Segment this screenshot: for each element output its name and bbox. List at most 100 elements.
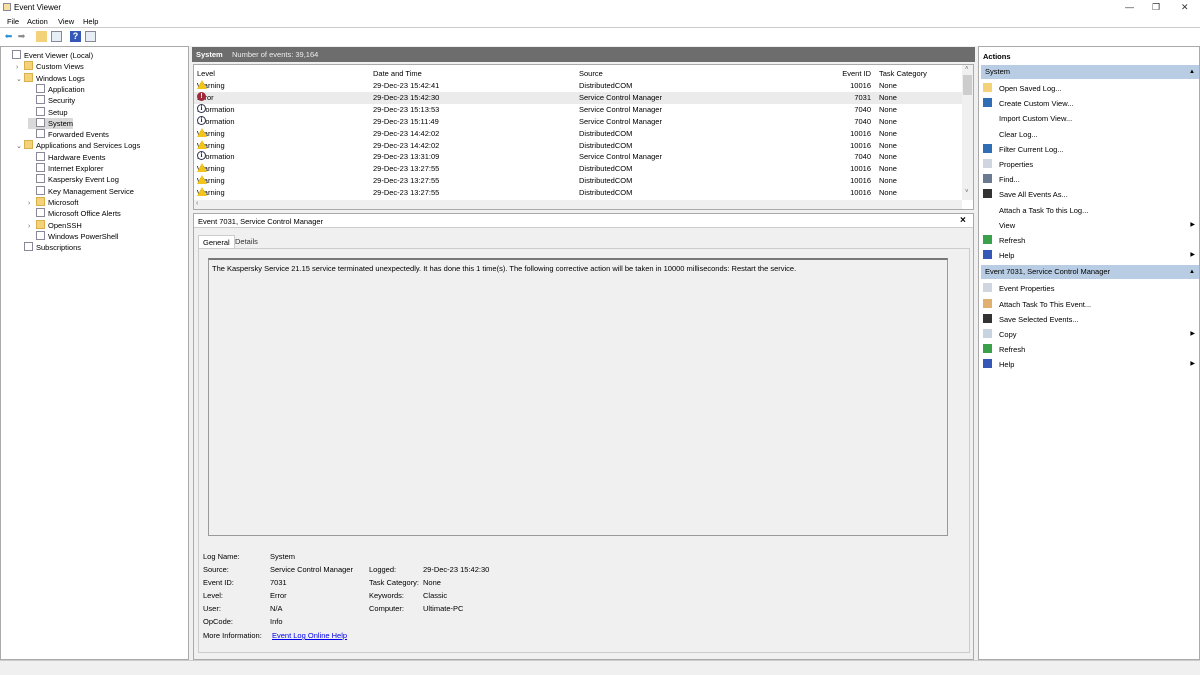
field-value[interactable]: System [270, 552, 295, 561]
action-create-custom-view[interactable]: Create Custom View... [983, 96, 1197, 111]
expand-chevron-icon[interactable]: ⌄ [16, 141, 24, 152]
tree-item[interactable]: ⌄ Applications and Services Logs [16, 140, 140, 151]
scroll-thumb[interactable] [963, 75, 972, 95]
action-copy[interactable]: Copy ▶ [983, 327, 1197, 342]
help-icon[interactable]: ? [70, 31, 81, 42]
up-folder-icon[interactable] [36, 31, 47, 42]
collapse-icon[interactable]: ▲ [1189, 65, 1195, 79]
window-title: Event Viewer [14, 3, 61, 12]
action-clear-log[interactable]: Clear Log... [983, 127, 1197, 142]
field-value[interactable]: 7031 [270, 578, 287, 587]
action-attach-a-task-to-this-log[interactable]: Attach a Task To this Log... [983, 203, 1197, 218]
column-level[interactable]: Level [197, 68, 215, 80]
tree-item[interactable]: Security [28, 95, 75, 106]
tab-details[interactable]: Details [231, 235, 262, 248]
action-filter-current-log[interactable]: Filter Current Log... [983, 142, 1197, 157]
menu-file[interactable]: File [7, 17, 19, 26]
table-row[interactable]: i Information 29-Dec-23 15:13:53 Service Co… [194, 103, 962, 116]
vertical-scrollbar[interactable]: ˄ ˅ [962, 65, 973, 200]
tree-item[interactable]: Subscriptions [16, 242, 81, 253]
find-icon [983, 174, 992, 184]
expand-chevron-icon[interactable]: ⌄ [16, 74, 24, 85]
column-event-id[interactable]: Event ID [834, 68, 871, 80]
action-label: Copy [999, 330, 1017, 339]
tree-item[interactable]: › Custom Views [16, 61, 84, 72]
field-value[interactable]: Ultimate-PC [423, 604, 463, 613]
field-value[interactable]: Info [270, 617, 283, 626]
tree-item[interactable]: Kaspersky Event Log [28, 174, 119, 185]
tree-item[interactable]: Hardware Events [28, 151, 106, 163]
field-value[interactable]: Classic [423, 591, 447, 600]
action-import-custom-view[interactable]: Import Custom View... [983, 111, 1197, 126]
minimize-button[interactable]: — [1125, 2, 1134, 12]
menu-view[interactable]: View [58, 17, 74, 26]
table-row[interactable]: Warning 29-Dec-23 13:27:55 DistributedCOM 1… [194, 175, 962, 187]
action-attach-task-to-this-event[interactable]: Attach Task To This Event... [983, 297, 1197, 312]
menu-action[interactable]: Action [27, 17, 48, 26]
column-date[interactable]: Date and Time [373, 68, 422, 80]
more-info-label: More Information: [203, 631, 262, 640]
tree-item-label: Setup [48, 107, 68, 117]
action-refresh[interactable]: Refresh [983, 233, 1197, 248]
actions-section-header[interactable]: Event 7031, Service Control Manager ▲ [981, 265, 1199, 280]
back-icon[interactable]: ⬅ [3, 31, 14, 42]
field-value[interactable]: Error [270, 591, 287, 600]
tree-item[interactable]: › Microsoft [28, 196, 78, 208]
tree-item[interactable]: Windows PowerShell [28, 230, 118, 242]
table-row[interactable]: i Information 29-Dec-23 13:31:09 Service Co… [194, 151, 962, 163]
field-value[interactable]: N/A [270, 604, 283, 613]
menu-bar: File Action View Help [0, 14, 1200, 28]
toolbar: ⬅ ➡ ? [0, 28, 1200, 46]
table-row[interactable]: i Information 29-Dec-23 15:11:49 Service Co… [194, 115, 962, 128]
action-open-saved-log[interactable]: Open Saved Log... [983, 81, 1197, 96]
table-row[interactable]: Warning 29-Dec-23 14:42:02 DistributedCOM 1… [194, 139, 962, 152]
tree-item[interactable]: Microsoft Office Alerts [28, 208, 121, 219]
show-hide-action-icon[interactable] [85, 31, 96, 42]
column-task-category[interactable]: Task Category [879, 68, 927, 80]
action-view[interactable]: View ▶ [983, 218, 1197, 233]
tree-item[interactable]: Forwarded Events [28, 129, 109, 140]
field-value[interactable]: Service Control Manager [270, 565, 353, 574]
actions-section-header[interactable]: System ▲ [981, 65, 1199, 79]
restore-button[interactable]: ❐ [1152, 2, 1160, 13]
tab-general[interactable]: General [198, 235, 235, 248]
action-event-properties[interactable]: Event Properties [983, 281, 1197, 296]
table-row[interactable]: Warning 29-Dec-23 14:42:02 DistributedCOM 1… [194, 127, 962, 140]
tree-item[interactable]: System [28, 117, 74, 129]
action-find[interactable]: Find... [983, 172, 1197, 187]
event-message[interactable]: The Kaspersky Service 21.15 service term… [208, 258, 948, 536]
action-save-selected-events[interactable]: Save Selected Events... [983, 312, 1197, 327]
tree-item[interactable]: Setup [28, 106, 68, 118]
field-value[interactable]: 29-Dec-23 15:42:30 [423, 565, 489, 574]
tree-item[interactable]: › OpenSSH [28, 219, 82, 231]
table-row[interactable]: Warning 29-Dec-23 13:27:55 DistributedCOM 1… [194, 163, 962, 175]
action-properties[interactable]: Properties [983, 157, 1197, 172]
collapse-icon[interactable]: ▲ [1189, 265, 1195, 279]
tree-item[interactable]: Application [28, 83, 85, 95]
table-row[interactable]: Warning 29-Dec-23 15:42:41 DistributedCOM 1… [194, 80, 962, 92]
table-row[interactable]: Warning 29-Dec-23 13:27:55 DistributedCOM 1… [194, 187, 962, 199]
field-value[interactable]: None [423, 578, 441, 587]
column-source[interactable]: Source [579, 68, 603, 80]
action-help[interactable]: Help ▶ [983, 248, 1197, 263]
show-hide-tree-icon[interactable] [51, 31, 62, 42]
menu-help[interactable]: Help [83, 17, 98, 26]
tree-item-label: Windows Logs [36, 73, 85, 83]
event-log-online-help-link[interactable]: Event Log Online Help [272, 631, 347, 640]
detail-title: Event 7031, Service Control Manager [198, 217, 324, 226]
action-refresh[interactable]: Refresh [983, 342, 1197, 357]
warning-icon [197, 163, 207, 173]
action-save-all-events-as[interactable]: Save All Events As... [983, 187, 1197, 202]
tree-item[interactable]: ⌄ Windows Logs [16, 72, 85, 85]
horizontal-scrollbar[interactable]: ‹ [194, 200, 962, 209]
action-help[interactable]: Help ▶ [983, 357, 1197, 372]
tree-item[interactable]: Internet Explorer [28, 163, 103, 174]
tree-item[interactable]: Event Viewer (Local) [4, 50, 93, 61]
task-category-cell: None [879, 152, 897, 162]
forward-icon[interactable]: ➡ [16, 31, 27, 42]
tree-item[interactable]: Key Management Service [28, 185, 134, 197]
table-row[interactable]: !Error 29-Dec-23 15:42:30 Service Control … [194, 91, 962, 104]
event-id-cell: 10016 [850, 176, 871, 186]
close-detail-icon[interactable]: × [960, 215, 966, 226]
close-button[interactable]: ✕ [1181, 2, 1189, 13]
